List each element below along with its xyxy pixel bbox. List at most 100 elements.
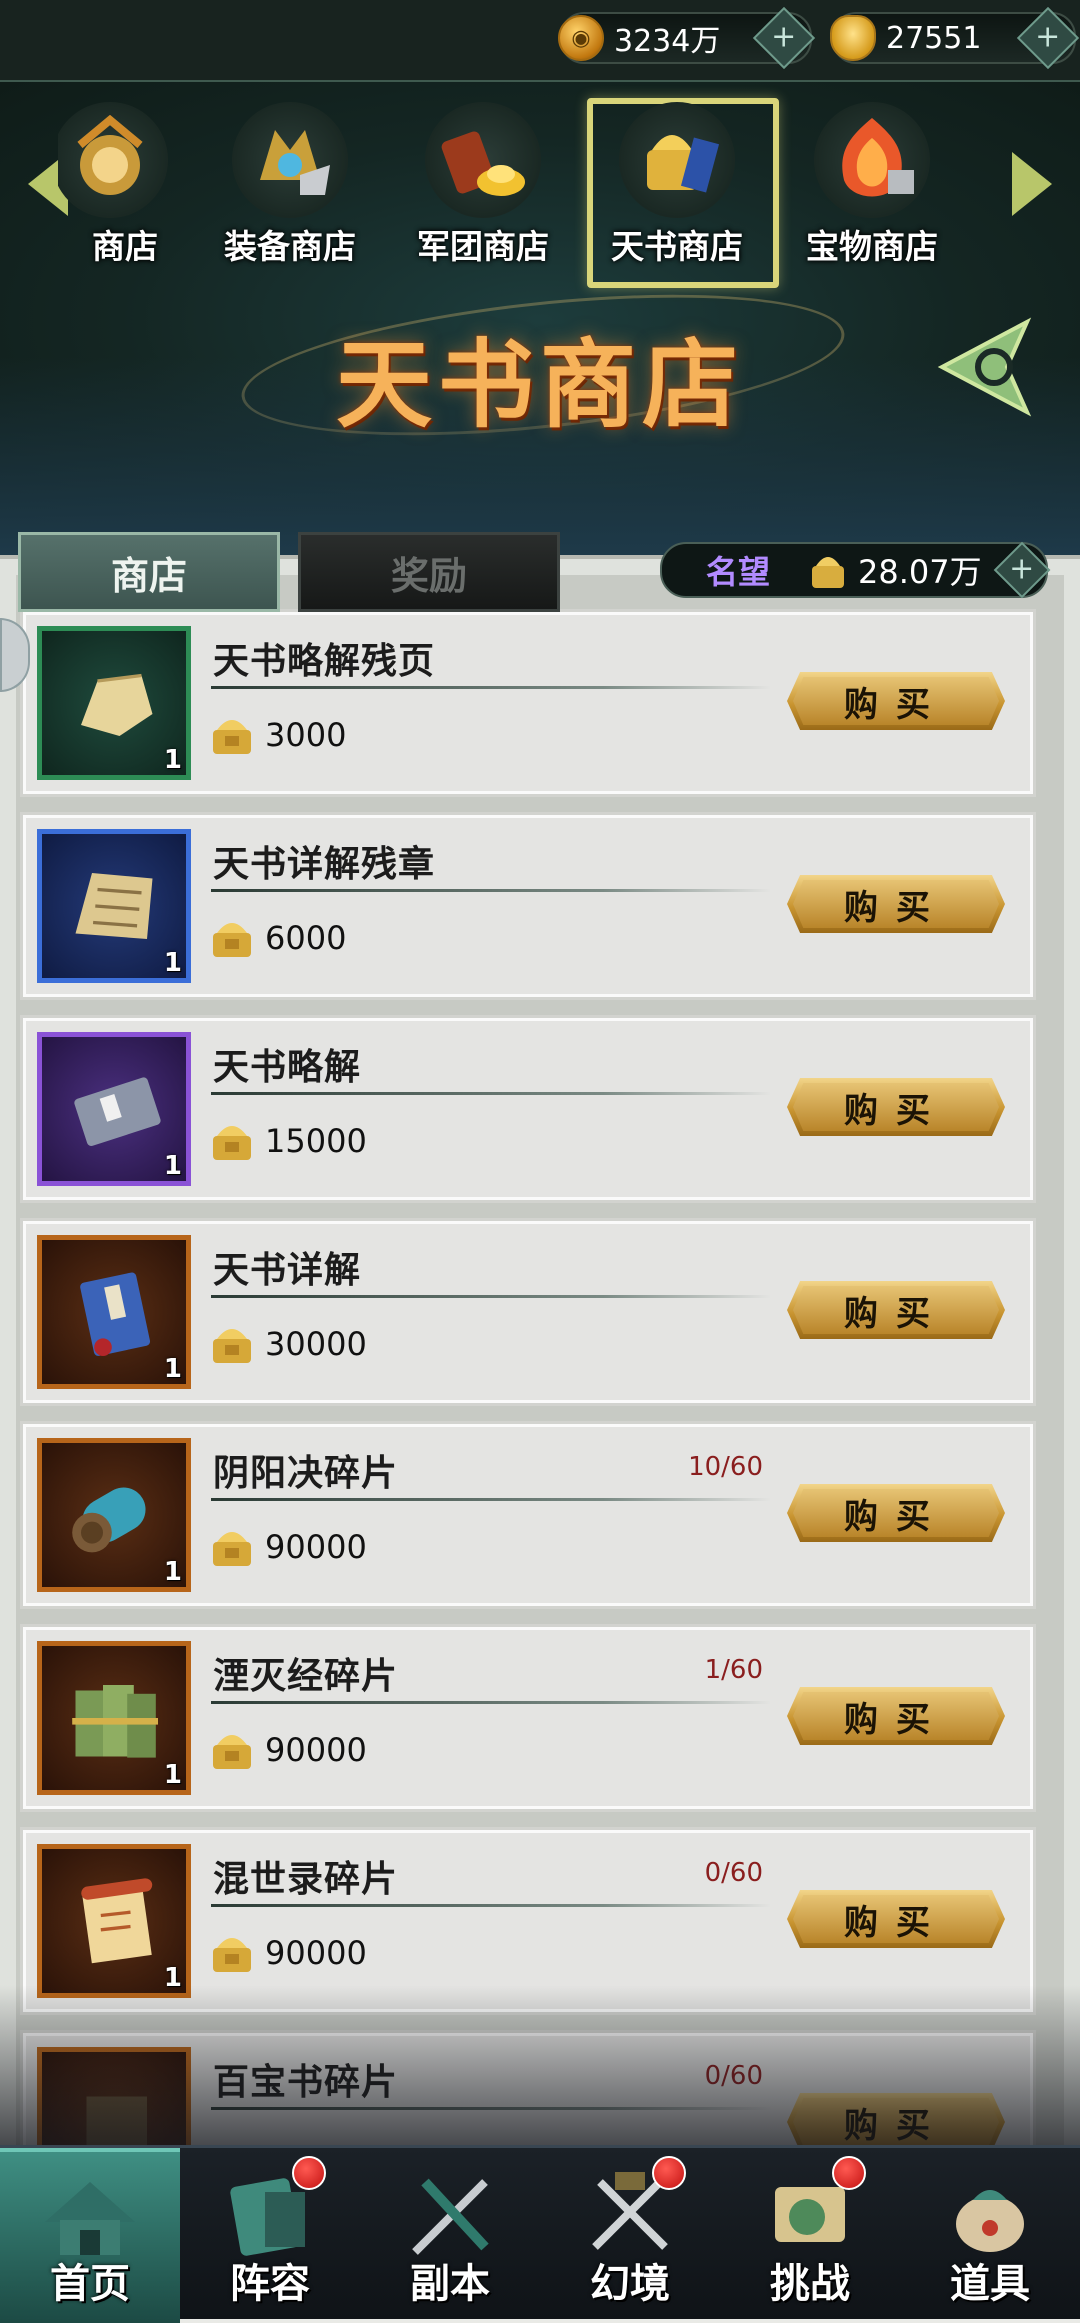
item-divider <box>211 1701 771 1704</box>
tab-equipment-shop[interactable]: 装备商店 <box>210 102 370 272</box>
buy-button[interactable]: 购买 <box>787 2093 1005 2151</box>
copper-currency: ◉ 3234万 + <box>558 6 816 70</box>
tab-label: 天书商店 <box>611 227 743 266</box>
item-count: 1 <box>163 1963 182 1993</box>
nav-item-items[interactable]: 道具 <box>900 2148 1080 2319</box>
item-icon[interactable]: 1 <box>37 1641 191 1795</box>
buy-button[interactable]: 购买 <box>787 1890 1005 1948</box>
shop-title: 天书商店 <box>336 328 744 441</box>
subtab-shop[interactable]: 商店 <box>18 532 280 612</box>
shop-item-row: 1 阴阳决碎片 10/60 90000 购买 <box>20 1421 1036 1609</box>
item-count: 1 <box>163 1557 182 1587</box>
item-name: 天书略解残页 <box>213 640 436 682</box>
prestige-display: 名望 28.07万 + <box>660 541 1051 599</box>
nav-item-dungeon[interactable]: 副本 <box>360 2148 540 2319</box>
item-icon[interactable]: 1 <box>37 626 191 780</box>
notification-badge <box>652 2156 686 2190</box>
nav-label: 道具 <box>950 2261 1030 2307</box>
shop-item-list[interactable]: 1 天书略解残页 3000 购买 1 天书详解残章 6000 购买 1 天书略解 15000 购买 1 天… <box>0 555 1080 2218</box>
heavenly-book-shop-icon <box>619 102 735 218</box>
tab-label: 装备商店 <box>224 227 356 266</box>
purchase-limit: 10/60 <box>688 1452 763 1482</box>
add-ingot-button[interactable]: + <box>1016 6 1080 70</box>
prestige-seal-icon <box>213 720 251 754</box>
tab-label: 宝物商店 <box>806 227 938 266</box>
buy-button[interactable]: 购买 <box>787 1281 1005 1339</box>
item-price: 90000 <box>265 1731 367 1769</box>
tab-treasure-shop[interactable]: 宝物商店 <box>792 102 952 272</box>
nav-label: 幻境 <box>590 2261 670 2307</box>
item-divider <box>211 686 771 689</box>
subtab-reward[interactable]: 奖励 <box>298 532 560 612</box>
item-name: 天书详解 <box>213 1249 362 1291</box>
buy-button[interactable]: 购买 <box>787 1078 1005 1136</box>
items-icon <box>956 2190 1024 2252</box>
purchase-limit: 1/60 <box>704 1655 763 1685</box>
shop-item-row: 1 天书略解残页 3000 购买 <box>20 609 1036 797</box>
prestige-seal-icon <box>213 1735 251 1769</box>
item-count: 1 <box>163 745 182 775</box>
item-count: 1 <box>163 948 182 978</box>
prestige-value: 28.07万 <box>858 553 982 591</box>
copper-value: 3234万 <box>614 24 721 59</box>
item-divider <box>211 1498 771 1501</box>
treasure-shop-icon <box>814 102 930 218</box>
buy-button[interactable]: 购买 <box>787 1484 1005 1542</box>
prestige-seal-icon <box>213 1938 251 1972</box>
buy-button[interactable]: 购买 <box>787 1687 1005 1745</box>
tab-heavenly-book-shop[interactable]: 天书商店 <box>597 102 757 272</box>
prestige-seal-icon <box>213 1126 251 1160</box>
prestige-label: 名望 <box>706 553 771 591</box>
item-icon[interactable]: 1 <box>37 829 191 983</box>
item-icon[interactable]: 1 <box>37 1438 191 1592</box>
equipment-shop-icon <box>232 102 348 218</box>
nav-item-illusion[interactable]: 幻境 <box>540 2148 720 2319</box>
purchase-limit: 0/60 <box>704 1858 763 1888</box>
plus-icon: + <box>771 19 797 55</box>
notification-badge <box>832 2156 866 2190</box>
buy-button[interactable]: 购买 <box>787 672 1005 730</box>
currency-bar: ◉ 3234万 + 27551 + <box>0 0 1080 80</box>
buy-button[interactable]: 购买 <box>787 875 1005 933</box>
item-name: 天书略解 <box>213 1046 362 1088</box>
nav-label: 阵容 <box>230 2261 310 2307</box>
tab-label: 军团商店 <box>417 227 549 266</box>
item-icon[interactable]: 1 <box>37 1032 191 1186</box>
prestige-seal-icon <box>812 557 845 588</box>
notification-badge <box>292 2156 326 2190</box>
item-count: 1 <box>163 1151 182 1181</box>
purchase-limit: 0/60 <box>704 2061 763 2091</box>
shop-item-row: 1 天书详解残章 6000 购买 <box>20 812 1036 1000</box>
nav-item-lineup[interactable]: 阵容 <box>180 2148 360 2319</box>
item-count: 1 <box>163 1760 182 1790</box>
item-divider <box>211 2107 771 2110</box>
nav-item-challenge[interactable]: 挑战 <box>720 2148 900 2319</box>
item-icon[interactable]: 1 <box>37 1844 191 1998</box>
nav-label: 挑战 <box>770 2261 850 2307</box>
plus-icon: + <box>1009 551 1035 587</box>
add-copper-button[interactable]: + <box>752 6 816 70</box>
item-price: 90000 <box>265 1934 367 1972</box>
item-divider <box>211 1904 771 1907</box>
return-emblem-icon[interactable] <box>932 312 1042 422</box>
tab-shop-partial[interactable]: 商店 <box>58 102 202 272</box>
item-icon[interactable]: 1 <box>37 1235 191 1389</box>
item-name: 湮灭经碎片 <box>213 1655 399 1697</box>
scroll-right-arrow-icon[interactable] <box>1012 152 1052 216</box>
item-price: 6000 <box>265 919 347 957</box>
item-price: 90000 <box>265 1528 367 1566</box>
plus-icon: + <box>1035 19 1061 55</box>
shop-item-row: 1 湮灭经碎片 1/60 90000 购买 <box>20 1624 1036 1812</box>
gold-ingot-icon <box>830 15 876 61</box>
shop-header: 商店 装备商店 军团商店 天书商店 宝物商店 天书商店 商店 奖励 名望 28.… <box>0 80 1080 612</box>
nav-item-home[interactable]: 首页 <box>0 2148 180 2319</box>
item-name: 百宝书碎片 <box>213 2061 399 2103</box>
prestige-seal-icon <box>213 1329 251 1363</box>
item-price: 30000 <box>265 1325 367 1363</box>
ingot-value: 27551 <box>886 20 982 56</box>
prestige-seal-icon <box>213 923 251 957</box>
shop-item-row: 1 天书略解 15000 购买 <box>20 1015 1036 1203</box>
tab-legion-shop[interactable]: 军团商店 <box>403 102 563 272</box>
tab-label: 商店 <box>92 227 158 266</box>
shop-item-row: 1 混世录碎片 0/60 90000 购买 <box>20 1827 1036 2015</box>
